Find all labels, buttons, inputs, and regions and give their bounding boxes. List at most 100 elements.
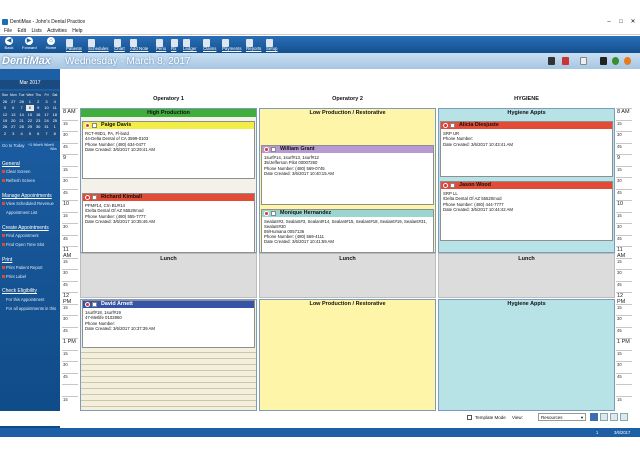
window-icon[interactable] [600, 57, 607, 65]
sidebar-eligibility-title[interactable]: Check Eligibility [2, 288, 37, 294]
calendar-day[interactable]: 30 [34, 124, 42, 130]
toolbar-claims[interactable]: Claims [203, 46, 216, 51]
user-icon[interactable] [580, 57, 587, 65]
sidebar-view-revenue[interactable]: View Scheduled Revenue [6, 201, 54, 206]
sidebar-create-title[interactable]: Create Appointments [2, 225, 49, 231]
calendar-jump-link[interactable]: +6 Wks [39, 143, 51, 147]
sidebar-clear-screen[interactable]: Clear Screen [6, 169, 30, 174]
appointment-monique-hernandez[interactable]: Monique Hernandez Sealant#2, Sealant#3, … [261, 209, 434, 253]
calendar-day[interactable]: 17 [43, 112, 51, 118]
calendar-day[interactable]: 18 [51, 112, 59, 118]
block-low-production[interactable]: Low Production / Restorative William Gra… [259, 108, 436, 253]
block-hygiene-appts[interactable]: Hygiene Appts Alicia Diesjuste SRP UR Ph… [438, 108, 615, 253]
calendar-day[interactable]: 8 [25, 105, 34, 112]
sidebar-find-slot[interactable]: Find Open Time Slot [6, 242, 44, 247]
calendar-day[interactable]: 19 [1, 118, 9, 124]
calendar-day[interactable]: 29 [26, 124, 34, 130]
lunch-block-op1[interactable]: Lunch [80, 253, 257, 298]
calendar-day[interactable]: 16 [34, 112, 42, 118]
open-slots-op1[interactable]: David Arnett 1surf#18, 1surf#19 47-Metli… [80, 299, 257, 411]
calendar-day[interactable]: 8 [51, 131, 59, 137]
menu-lists[interactable]: Lists [31, 27, 41, 35]
toolbar-ledger[interactable]: Ledger [183, 46, 197, 51]
go-to-today-link[interactable]: Go to Today [2, 143, 25, 148]
calendar-day[interactable]: 3 [43, 99, 51, 105]
lunch-block-op2[interactable]: Lunch [259, 253, 436, 298]
appointment-david-arnett[interactable]: David Arnett 1surf#18, 1surf#19 47-Metli… [82, 300, 255, 348]
calendar-day[interactable]: 1 [51, 124, 59, 130]
alert-icon[interactable] [562, 57, 569, 65]
calendar-day[interactable]: 28 [18, 99, 26, 105]
day-view-icon[interactable] [600, 413, 608, 421]
calendar-day[interactable]: 2 [34, 99, 42, 105]
appointment-alicia-diesjuste[interactable]: Alicia Diesjuste SRP UR Phone Number: Da… [440, 121, 613, 177]
calendar-day[interactable]: 13 [9, 112, 17, 118]
calendar-day[interactable]: 7 [18, 105, 26, 111]
calendar-day[interactable]: 25 [51, 118, 59, 124]
sidebar-print-label[interactable]: Print Label [6, 274, 26, 279]
phone-icon[interactable] [548, 57, 555, 65]
toolbar-perio[interactable]: Perio [156, 46, 166, 51]
toolbar-reports[interactable]: Reports [246, 46, 261, 51]
forward-button[interactable]: ▶ Forward [22, 37, 37, 52]
block-high-production[interactable]: High Production Paige Davis RCT-#8D1, PA… [80, 108, 257, 253]
calendar-day[interactable]: 9 [34, 105, 42, 111]
sidebar-appointment-list[interactable]: Appointment List [6, 210, 37, 215]
sidebar-print-report[interactable]: Print Patient Report [6, 265, 43, 270]
appointment-richard-kimball[interactable]: Richard Kimball PFM#14, Crn BU#14 /Delta… [82, 193, 255, 253]
view-select[interactable]: Resources ▼ [538, 413, 586, 421]
toolbar-chart[interactable]: Chart [114, 46, 125, 51]
block-hygiene-afternoon[interactable]: Hygiene Appts [438, 299, 615, 411]
calendar-day[interactable]: 27 [9, 124, 17, 130]
save-view-icon[interactable] [590, 413, 598, 421]
calendar-day[interactable]: 15 [26, 112, 34, 118]
calendar-day[interactable]: 12 [1, 112, 9, 118]
appointment-paige-davis[interactable]: Paige Davis RCT-#8D1, PA, Fl-butd 44-Del… [82, 121, 255, 179]
menu-help[interactable]: Help [72, 27, 82, 35]
home-button[interactable]: ⌂ Home [44, 37, 58, 52]
lunch-block-hygiene[interactable]: Lunch [438, 253, 615, 298]
close-icon[interactable]: ✕ [628, 19, 638, 26]
calendar-day[interactable]: 3 [9, 131, 17, 137]
calendar-day[interactable]: 24 [43, 118, 51, 124]
calendar-day[interactable]: 5 [26, 131, 34, 137]
week-view-icon[interactable] [610, 413, 618, 421]
sidebar-eligibility-appt[interactable]: For this Appointment [6, 297, 44, 302]
menu-file[interactable]: File [4, 27, 12, 35]
calendar-day[interactable]: 2 [1, 131, 9, 137]
calendar-day[interactable]: 20 [9, 118, 17, 124]
calendar-day[interactable]: 6 [9, 105, 17, 111]
calendar-day[interactable]: 4 [18, 131, 26, 137]
calendar-day[interactable]: 27 [9, 99, 17, 105]
toolbar-setup[interactable]: Setup [266, 46, 277, 51]
calendar-day[interactable]: 26 [1, 124, 9, 130]
toolbar-rx[interactable]: Rx [171, 46, 176, 51]
toolbar-payments[interactable]: Payments [222, 46, 242, 51]
block-low-production-afternoon[interactable]: Low Production / Restorative [259, 299, 436, 411]
calendar-day[interactable]: 4 [51, 99, 59, 105]
minimize-icon[interactable]: – [604, 19, 614, 26]
calendar-day[interactable]: 5 [1, 105, 9, 111]
calendar-jump-link[interactable]: +6 Wks [50, 143, 60, 151]
appointment-jason-wood[interactable]: Jason Wood SRP LL /Delta Dental Of AZ 55… [440, 181, 613, 241]
calendar-month[interactable]: Mar 2017 [0, 80, 60, 89]
sidebar-refresh-screen[interactable]: Refresh Screen [6, 178, 35, 183]
toolbar-add-note[interactable]: Add Note [130, 46, 148, 51]
month-view-icon[interactable] [620, 413, 628, 421]
help-icon[interactable] [624, 57, 631, 65]
sidebar-eligibility-all[interactable]: For all appointments in this [6, 306, 56, 311]
refresh-icon[interactable] [612, 57, 619, 65]
calendar-day[interactable]: 22 [26, 118, 34, 124]
calendar-jump-link[interactable]: +3 Wks [28, 143, 40, 147]
sidebar-find-appointment[interactable]: Find Appointment [6, 233, 39, 238]
back-button[interactable]: ◀ Back [2, 37, 16, 52]
calendar-day[interactable]: 31 [43, 124, 51, 130]
calendar-day[interactable]: 23 [34, 118, 42, 124]
calendar-day[interactable]: 21 [18, 118, 26, 124]
appointment-william-grant[interactable]: William Grant 1surf#14, 1surf#13, 1surf#… [261, 145, 434, 205]
maximize-icon[interactable]: □ [616, 19, 626, 26]
calendar-day[interactable]: 11 [51, 105, 59, 111]
menu-edit[interactable]: Edit [17, 27, 26, 35]
calendar-day[interactable]: 10 [43, 105, 51, 111]
template-mode-checkbox[interactable] [467, 415, 472, 420]
